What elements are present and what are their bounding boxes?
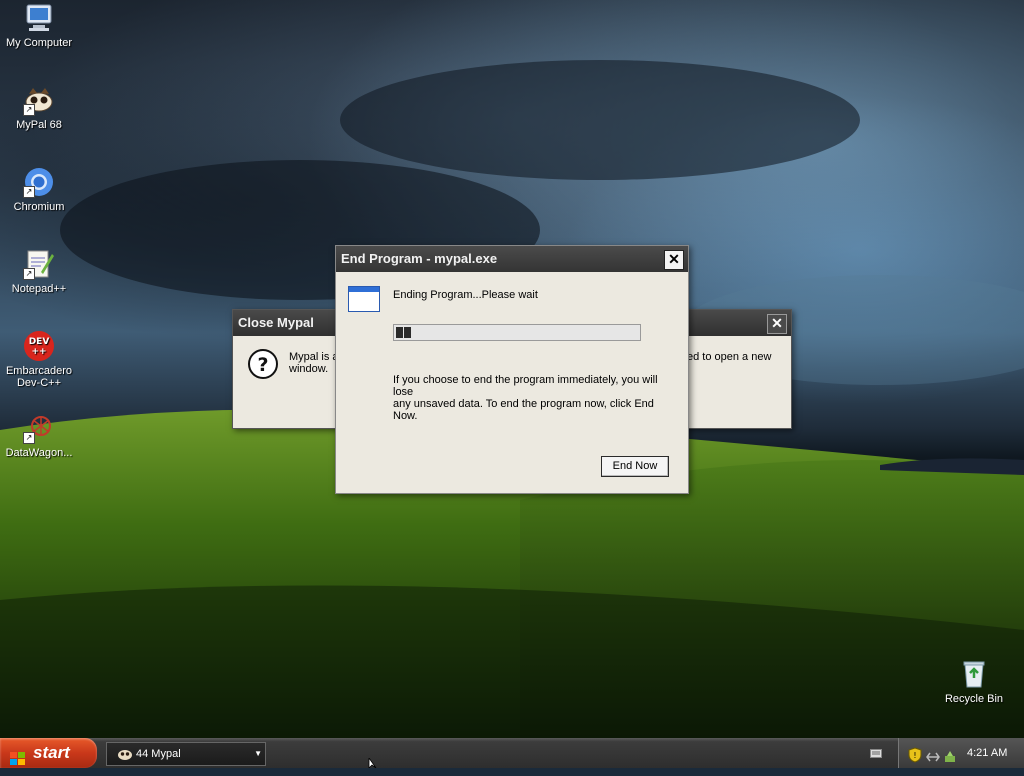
desktop-icon-label: My Computer xyxy=(5,37,73,49)
end-now-button[interactable]: End Now xyxy=(601,456,669,477)
system-tray: ! 4:21 AM xyxy=(898,738,1024,768)
desktop-icon-label: Recycle Bin xyxy=(944,693,1004,705)
warning-line-2: any unsaved data. To end the program now… xyxy=(393,398,654,410)
desktop-icon-label: Notepad++ xyxy=(11,283,67,295)
keyboard-icon[interactable] xyxy=(870,747,882,759)
close-mypal-title: Close Mypal xyxy=(238,315,314,330)
start-label: start xyxy=(33,743,70,762)
shortcut-arrow-icon: ↗ xyxy=(23,268,35,280)
notepadpp-icon: ↗ xyxy=(23,248,55,280)
question-icon: ? xyxy=(247,348,279,380)
svg-text:++: ++ xyxy=(31,347,46,357)
end-program-dialog: End Program - mypal.exe ✕ Ending Program… xyxy=(335,245,689,494)
shortcut-arrow-icon: ↗ xyxy=(23,104,35,116)
windows-logo-icon xyxy=(10,746,26,765)
datawagon-icon: ↗ xyxy=(23,412,55,444)
close-mypal-message-line2: window. xyxy=(289,363,329,375)
mouse-cursor-icon xyxy=(368,756,378,769)
my-computer-icon xyxy=(23,2,55,34)
desktop-icon-notepadpp[interactable]: ↗ Notepad++ xyxy=(0,248,78,295)
taskbar-item-mypal[interactable]: 44 Mypal ▼ xyxy=(106,742,266,766)
desktop-icon-devcpp[interactable]: DEV ++ Embarcadero Dev-C++ xyxy=(0,330,78,389)
mypal-icon xyxy=(117,747,133,761)
desktop-icon-recycle-bin[interactable]: Recycle Bin xyxy=(935,658,1013,705)
desktop-icon-label: Chromium xyxy=(13,201,65,213)
progress-fill xyxy=(396,327,412,338)
recycle-bin-icon xyxy=(958,658,990,690)
close-icon: ✕ xyxy=(668,251,680,267)
taskbar: start 44 Mypal ▼ ! 4:21 AM xyxy=(0,738,1024,769)
end-program-warning: If you choose to end the program immedia… xyxy=(393,374,678,422)
svg-text:!: ! xyxy=(913,751,916,760)
mypal-icon: ↗ xyxy=(23,84,55,116)
desktop-icon-label: MyPal 68 xyxy=(16,119,62,131)
end-program-status: Ending Program...Please wait xyxy=(393,289,538,301)
warning-line-3: Now. xyxy=(393,410,418,422)
end-program-progress-bar xyxy=(393,324,641,341)
shortcut-arrow-icon: ↗ xyxy=(23,186,35,198)
safely-remove-icon[interactable] xyxy=(943,746,957,762)
end-program-title: End Program - mypal.exe xyxy=(341,251,498,266)
close-mypal-message-line1: Mypal is a xyxy=(289,351,339,363)
desktop-icon-datawagon[interactable]: ↗ DataWagon... xyxy=(0,412,78,459)
start-button[interactable]: start xyxy=(0,738,97,768)
warning-line-1: If you choose to end the program immedia… xyxy=(393,374,658,398)
svg-text:DEV: DEV xyxy=(29,337,50,347)
end-program-titlebar[interactable]: End Program - mypal.exe ✕ xyxy=(336,246,688,272)
progress-block xyxy=(396,327,403,338)
devcpp-icon: DEV ++ xyxy=(23,330,55,362)
taskbar-item-label: 44 Mypal xyxy=(136,748,181,760)
shortcut-arrow-icon: ↗ xyxy=(23,432,35,444)
clock[interactable]: 4:21 AM xyxy=(967,738,1007,768)
desktop: My Computer ↗ MyPal 68 ↗ Chromium ↗ Note… xyxy=(0,0,1024,738)
chromium-icon: ↗ xyxy=(23,166,55,198)
close-icon: ✕ xyxy=(771,315,783,331)
close-mypal-message: Mypal is a window. xyxy=(289,351,339,375)
chevron-down-icon: ▼ xyxy=(254,749,262,758)
desktop-icon-label: DataWagon... xyxy=(5,447,73,459)
end-program-close-button[interactable]: ✕ xyxy=(664,250,684,270)
progress-block xyxy=(404,327,411,338)
desktop-icon-chromium[interactable]: ↗ Chromium xyxy=(0,166,78,213)
desktop-icon-my-computer[interactable]: My Computer xyxy=(0,2,78,49)
security-shield-icon[interactable]: ! xyxy=(908,745,922,763)
program-window-icon xyxy=(348,286,380,312)
close-mypal-close-button[interactable]: ✕ xyxy=(767,314,787,334)
desktop-icon-mypal[interactable]: ↗ MyPal 68 xyxy=(0,84,78,131)
network-icon[interactable] xyxy=(926,746,940,762)
close-mypal-message-right: ed to open a new xyxy=(687,351,772,363)
desktop-icon-label: Embarcadero Dev-C++ xyxy=(5,365,73,389)
svg-text:?: ? xyxy=(257,354,268,376)
